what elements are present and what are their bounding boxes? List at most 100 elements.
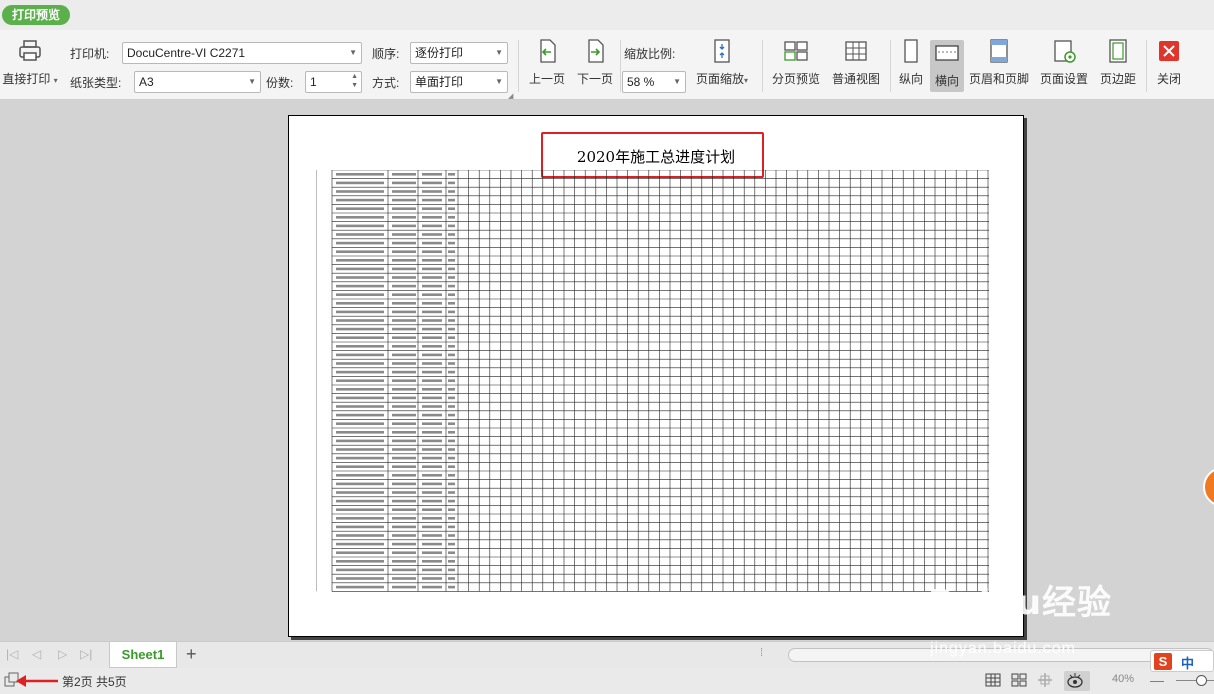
page-setup-icon <box>1051 38 1077 64</box>
order-value: 逐份打印 <box>415 46 464 60</box>
portrait-icon <box>898 38 924 64</box>
separator <box>890 40 891 92</box>
next-page-button[interactable]: 下一页 <box>572 38 618 94</box>
portrait-label: 纵向 <box>898 72 923 86</box>
direct-print-label: 直接打印 <box>2 72 51 86</box>
chevron-down-icon: ▼ <box>248 77 256 86</box>
zoom-value: 58 % <box>627 75 655 89</box>
copies-value: 1 <box>310 75 317 89</box>
separator <box>1146 40 1147 92</box>
schedule-text-marks <box>336 173 455 589</box>
splitter-icon[interactable]: ⁞ <box>760 647 763 659</box>
separator <box>620 40 621 92</box>
separator <box>762 40 763 92</box>
status-bar: 第2页 共5页 40% — <box>0 668 1214 694</box>
page-setup-label: 页面设置 <box>1039 72 1088 86</box>
ime-indicator[interactable]: S 中 <box>1150 650 1214 672</box>
ribbon-toolbar: 直接打印 ▾ 打印机: DocuCentre-VI C2271 ▼ 纸张类型: A… <box>0 30 1214 100</box>
chevron-down-icon: ▼ <box>495 77 503 86</box>
add-sheet-icon[interactable]: + <box>186 644 197 665</box>
direct-print-button[interactable]: 直接打印 ▾ <box>0 38 60 94</box>
copies-label: 份数: <box>266 76 294 90</box>
header-footer-button[interactable]: 页眉和页脚 <box>968 38 1030 94</box>
first-sheet-icon[interactable]: |◁ <box>6 647 18 661</box>
normal-view-label: 普通视图 <box>831 72 880 86</box>
tab-sheet1[interactable]: Sheet1 <box>109 642 177 668</box>
grid-icon <box>843 38 869 64</box>
page-setup-button[interactable]: 页面设置 <box>1036 38 1092 94</box>
landscape-label: 横向 <box>934 74 959 88</box>
zoom-select[interactable]: 58 % ▼ <box>622 71 686 93</box>
print-preview-area: 2020年施工总进度计划 <box>0 101 1214 641</box>
page-break-preview-button[interactable]: 分页预览 <box>768 38 824 94</box>
close-label: 关闭 <box>1156 72 1181 86</box>
chevron-down-icon: ▼ <box>349 48 357 57</box>
header-footer-icon <box>986 38 1012 64</box>
copies-stepper[interactable]: 1 ▲ ▼ <box>305 71 362 93</box>
prev-page-button[interactable]: 上一页 <box>524 38 570 94</box>
next-sheet-icon[interactable]: ▷ <box>58 647 67 661</box>
next-page-icon <box>582 38 608 64</box>
normal-view-icon[interactable] <box>984 671 1004 691</box>
chevron-down-icon: ▾ <box>744 76 749 85</box>
title-bar: 打印预览 <box>0 0 1214 30</box>
baidu-watermark-logo: Baidu经验 <box>928 583 1113 623</box>
mode-label: 方式: <box>372 76 400 90</box>
schedule-grid <box>316 170 989 592</box>
paper-type-value: A3 <box>139 75 154 89</box>
red-arrow-icon <box>16 675 58 687</box>
paper-type-select[interactable]: A3 ▼ <box>134 71 261 93</box>
header-footer-label: 页眉和页脚 <box>968 72 1029 86</box>
zoom-percent: 40% <box>1112 673 1135 685</box>
printer-value: DocuCentre-VI C2271 <box>127 46 246 60</box>
page-zoom-label: 页面缩放 <box>695 72 744 86</box>
margins-label: 页边距 <box>1099 72 1136 86</box>
baidu-watermark-url: jingyan.baidu.com <box>930 640 1076 657</box>
prev-page-icon <box>534 38 560 64</box>
chevron-down-icon: ▼ <box>673 77 681 86</box>
reading-mode-icon[interactable] <box>1036 671 1056 691</box>
landscape-button[interactable]: 横向 <box>930 40 964 92</box>
close-icon <box>1156 38 1182 64</box>
printer-label: 打印机: <box>70 47 110 61</box>
page-break-preview-icon <box>783 38 809 64</box>
order-select[interactable]: 逐份打印 ▼ <box>410 42 508 64</box>
paper-type-label: 纸张类型: <box>70 76 122 90</box>
margins-icon <box>1105 38 1131 64</box>
page-break-icon[interactable] <box>1010 671 1030 691</box>
dialog-launcher-icon[interactable]: ◢ <box>508 92 513 100</box>
chevron-down-icon: ▼ <box>495 48 503 57</box>
separator <box>518 40 519 92</box>
zoom-label: 缩放比例: <box>624 47 676 61</box>
print-preview-tab[interactable]: 打印预览 <box>2 5 71 25</box>
mode-value: 单面打印 <box>415 75 464 89</box>
prev-page-label: 上一页 <box>528 72 565 86</box>
zoom-slider[interactable] <box>1176 680 1214 681</box>
last-sheet-icon[interactable]: ▷| <box>80 647 92 661</box>
next-page-label: 下一页 <box>576 72 613 86</box>
order-label: 顺序: <box>372 47 400 61</box>
sogou-icon: S <box>1154 653 1172 670</box>
schedule-grid-lines <box>316 170 989 592</box>
page-zoom-icon <box>709 38 735 64</box>
prev-sheet-icon[interactable]: ◁ <box>32 647 41 661</box>
mode-select[interactable]: 单面打印 ▼ <box>410 71 508 93</box>
preview-page: 2020年施工总进度计划 <box>288 115 1024 637</box>
printer-select[interactable]: DocuCentre-VI C2271 ▼ <box>122 42 362 64</box>
normal-view-button[interactable]: 普通视图 <box>828 38 884 94</box>
stepper-up-icon[interactable]: ▲ <box>351 73 358 81</box>
printer-icon <box>17 38 43 64</box>
margins-button[interactable]: 页边距 <box>1096 38 1140 94</box>
eye-protection-icon[interactable] <box>1064 671 1090 691</box>
close-button[interactable]: 关闭 <box>1152 38 1186 94</box>
page-zoom-button[interactable]: 页面缩放▾ <box>692 38 752 94</box>
page-break-preview-label: 分页预览 <box>771 72 820 86</box>
zoom-slider-thumb[interactable] <box>1196 675 1207 686</box>
chevron-down-icon: ▾ <box>53 76 58 85</box>
portrait-button[interactable]: 纵向 <box>894 38 928 94</box>
page-info: 第2页 共5页 <box>62 675 127 689</box>
zoom-out-icon[interactable]: — <box>1150 672 1164 688</box>
ime-language: 中 <box>1181 656 1195 671</box>
landscape-icon <box>934 40 960 66</box>
stepper-down-icon[interactable]: ▼ <box>351 82 358 90</box>
